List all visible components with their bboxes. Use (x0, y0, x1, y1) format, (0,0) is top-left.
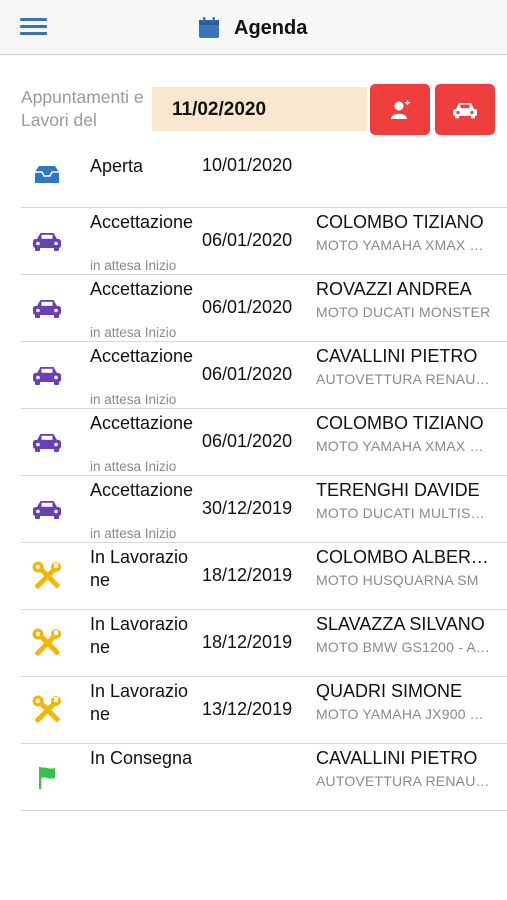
date-label: 30/12/2019 (202, 498, 293, 518)
list-item[interactable]: Aperta 10/01/2020 (21, 141, 507, 208)
tools-icon (31, 560, 63, 592)
vehicle-label: MOTO BMW GS1200 - ADV (316, 639, 491, 655)
status-label: In Lavorazione (90, 614, 189, 657)
header-title-group: Agenda (198, 14, 307, 42)
status-label: Accettazione (90, 480, 194, 500)
status-label: Accettazione (90, 346, 194, 366)
sub-status-label: in attesa Inizio (90, 258, 177, 273)
status-label: Accettazione (90, 413, 194, 433)
list-item[interactable]: Accettazione in attesa Inizio 30/12/2019 TE… (21, 476, 507, 543)
customer-name: ROVAZZI ANDREA (316, 279, 472, 299)
customer-name: CAVALLINI PIETRO (316, 748, 478, 768)
customer-name: TERENGHI DAVIDE (316, 480, 480, 500)
list-item[interactable]: In Lavorazione 18/12/2019 SLAVAZZA SILVANO… (21, 610, 507, 677)
filter-label: Appuntamenti e Lavori del (21, 87, 144, 130)
sub-status-label: in attesa Inizio (90, 459, 177, 474)
customer-name: COLOMBO TIZIANO (316, 212, 484, 232)
list-item[interactable]: In Lavorazione 18/12/2019 COLOMBO ALBERTO M… (21, 543, 507, 610)
car-icon (31, 426, 63, 458)
inbox-icon (31, 158, 63, 190)
date-value: 11/02/2020 (172, 99, 267, 120)
filter-person-button[interactable] (370, 84, 430, 135)
customer-name: SLAVAZZA SILVANO (316, 614, 485, 634)
vehicle-label: MOTO HUSQUARNA SM (316, 572, 479, 588)
list-item[interactable]: Accettazione in attesa Inizio 06/01/2020 RO… (21, 275, 507, 342)
date-label: 06/01/2020 (202, 364, 293, 384)
vehicle-label: MOTO YAMAHA XMAX 300 (316, 237, 491, 253)
list-item[interactable]: In Lavorazione 13/12/2019 QUADRI SIMONE MOT… (21, 677, 507, 744)
status-label: Accettazione (90, 212, 194, 232)
list-item[interactable]: Accettazione in attesa Inizio 06/01/2020 CO… (21, 409, 507, 476)
status-label: In Consegna (90, 748, 193, 768)
car-icon (31, 292, 63, 324)
list-item[interactable]: Accettazione in attesa Inizio 06/01/2020 CO… (21, 208, 507, 275)
vehicle-label: MOTO DUCATI MONSTER (316, 304, 491, 320)
filter-car-button[interactable] (435, 84, 495, 135)
tools-icon (31, 694, 63, 726)
customer-name: COLOMBO ALBERTO (316, 547, 491, 567)
car-icon (31, 493, 63, 525)
date-label: 13/12/2019 (202, 699, 293, 719)
status-label: Accettazione (90, 279, 194, 299)
app-header: Agenda (0, 0, 507, 55)
date-label: 06/01/2020 (202, 297, 293, 317)
person-icon (391, 99, 410, 119)
sub-status-label: in attesa Inizio (90, 392, 177, 407)
page-title: Agenda (234, 16, 308, 39)
sub-status-label: in attesa Inizio (90, 526, 177, 541)
customer-name: COLOMBO TIZIANO (316, 413, 484, 433)
vehicle-label: MOTO DUCATI MULTISTRADA (316, 505, 491, 521)
vehicle-label: AUTOVETTURA RENAULT (316, 371, 491, 387)
date-input[interactable]: 11/02/2020 (152, 87, 367, 131)
date-label: 06/01/2020 (202, 230, 293, 250)
customer-name: CAVALLINI PIETRO (316, 346, 478, 366)
customer-name: QUADRI SIMONE (316, 681, 463, 701)
car-icon (31, 359, 63, 391)
calendar-icon (199, 17, 219, 38)
list-item[interactable]: In Consegna CAVALLINI PIETRO AUTOVETTURA R… (21, 744, 507, 811)
vehicle-label: MOTO YAMAHA XMAX 300 (316, 438, 491, 454)
status-label: Aperta (90, 156, 144, 176)
date-label: 18/12/2019 (202, 632, 293, 652)
status-label: In Lavorazione (90, 681, 189, 724)
car-icon (31, 225, 63, 257)
date-label: 06/01/2020 (202, 431, 293, 451)
appointments-list: Aperta 10/01/2020 Accettazione in attesa In… (21, 141, 507, 811)
tools-icon (31, 627, 63, 659)
date-filter: Appuntamenti e Lavori del 11/02/2020 (0, 82, 507, 136)
sub-status-label: in attesa Inizio (90, 325, 177, 340)
car-icon (453, 102, 477, 118)
date-label: 10/01/2020 (202, 155, 293, 175)
date-label: 18/12/2019 (202, 565, 293, 585)
vehicle-label: MOTO YAMAHA JX900 TDM (316, 706, 491, 722)
menu-icon[interactable] (20, 16, 48, 38)
flag-icon (31, 761, 63, 793)
list-item[interactable]: Accettazione in attesa Inizio 06/01/2020 CA… (21, 342, 507, 409)
status-label: In Lavorazione (90, 547, 189, 590)
vehicle-label: AUTOVETTURA RENAULT (316, 773, 491, 789)
